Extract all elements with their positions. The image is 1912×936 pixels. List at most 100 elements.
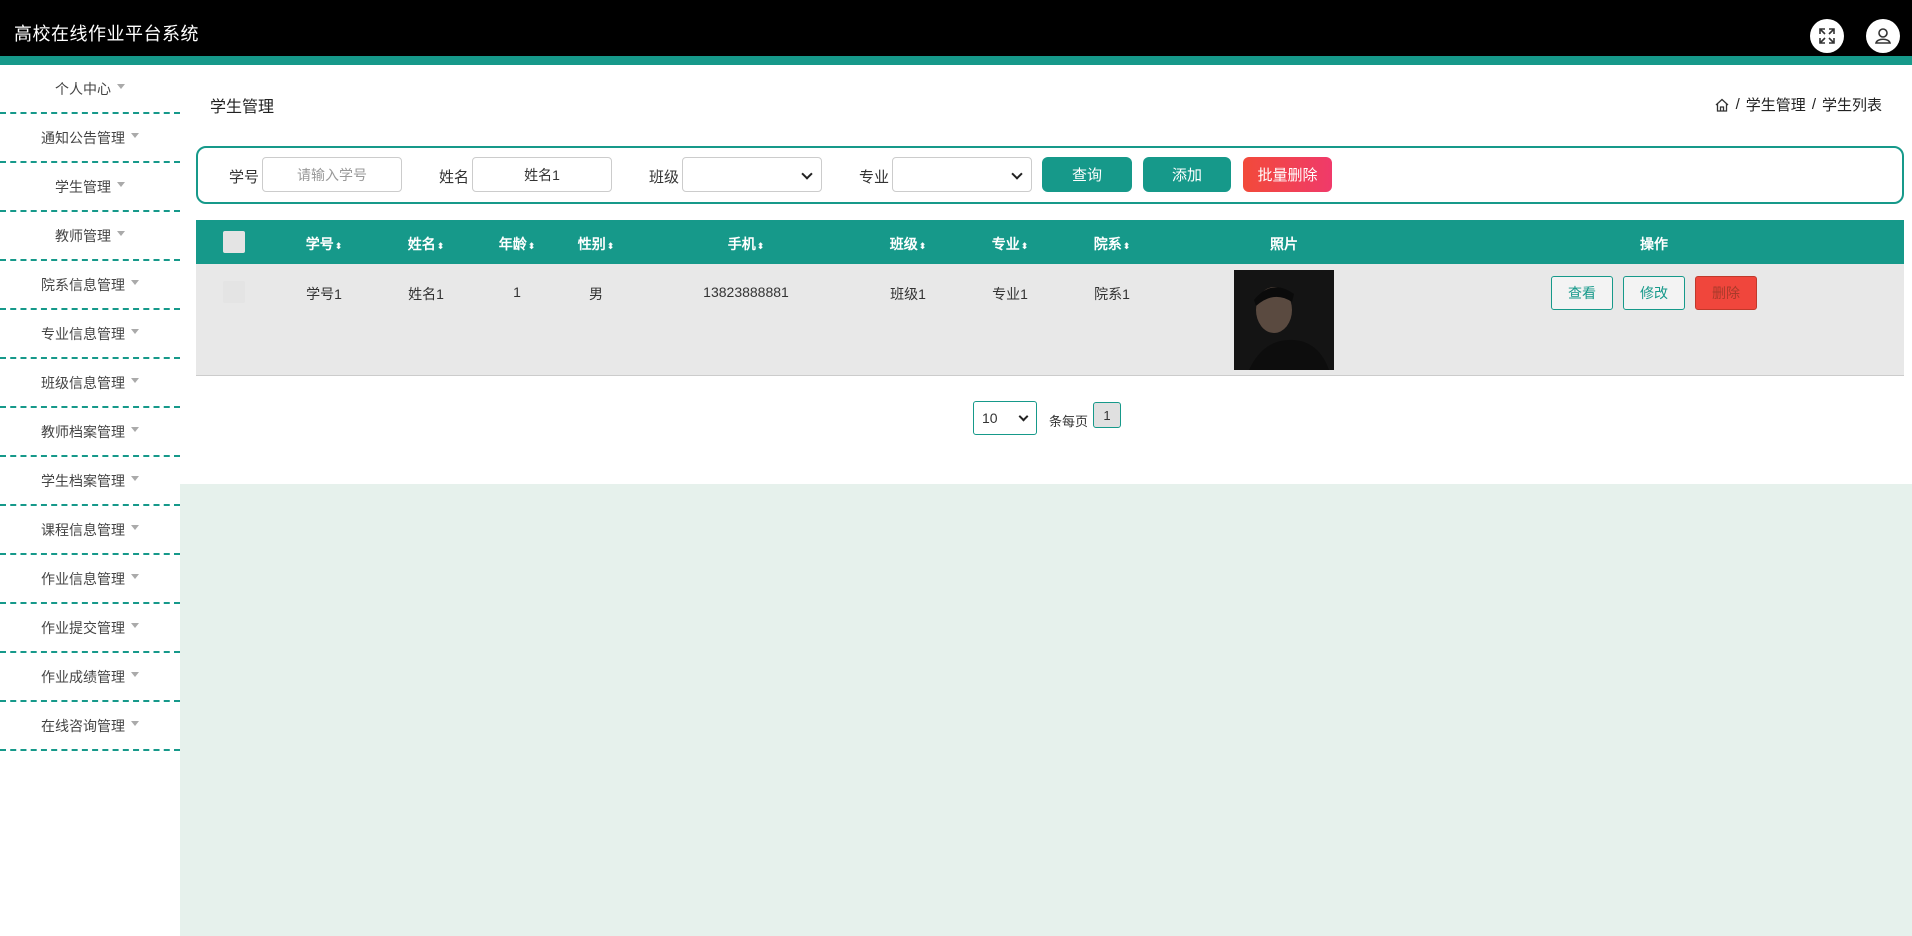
caret-down-icon <box>131 721 139 726</box>
sidebar-item-notices[interactable]: 通知公告管理 <box>0 114 180 163</box>
sort-icon: ⬍ <box>1020 241 1029 251</box>
column-header-student-no[interactable]: 学号⬍ <box>306 234 343 254</box>
column-header-photo: 照片 <box>1270 236 1298 252</box>
caret-down-icon <box>131 280 139 285</box>
sidebar-item-majors[interactable]: 专业信息管理 <box>0 310 180 359</box>
sidebar-item-label: 作业提交管理 <box>41 619 125 636</box>
delete-button[interactable]: 删除 <box>1695 276 1757 310</box>
breadcrumb-level1[interactable]: 学生管理 <box>1746 94 1806 115</box>
sidebar-item-classes[interactable]: 班级信息管理 <box>0 359 180 408</box>
sidebar-item-submissions[interactable]: 作业提交管理 <box>0 604 180 653</box>
page-number-button[interactable]: 1 <box>1093 402 1121 428</box>
sidebar-item-students[interactable]: 学生管理 <box>0 163 180 212</box>
column-header-actions: 操作 <box>1640 236 1668 252</box>
page-size-value: 10 <box>982 410 998 426</box>
column-header-major[interactable]: 专业⬍ <box>992 234 1029 254</box>
breadcrumb-separator: / <box>1735 96 1740 113</box>
sidebar-item-departments[interactable]: 院系信息管理 <box>0 261 180 310</box>
top-bar-stripe <box>0 56 1912 65</box>
header-label: 院系 <box>1093 236 1122 252</box>
sort-icon: ⬍ <box>606 241 615 251</box>
sort-icon: ⬍ <box>334 241 343 251</box>
column-header-class[interactable]: 班级⬍ <box>890 234 927 254</box>
header-label: 专业 <box>991 236 1020 252</box>
header-label: 手机 <box>727 236 756 252</box>
sidebar-item-assignments[interactable]: 作业信息管理 <box>0 555 180 604</box>
row-checkbox[interactable] <box>223 281 245 303</box>
column-header-age[interactable]: 年龄⬍ <box>499 234 536 254</box>
column-header-department[interactable]: 院系⬍ <box>1094 234 1131 254</box>
sidebar-item-label: 专业信息管理 <box>41 325 125 342</box>
sidebar-item-personal-center[interactable]: 个人中心 <box>0 65 180 114</box>
sidebar-item-student-archives[interactable]: 学生档案管理 <box>0 457 180 506</box>
sidebar-item-label: 课程信息管理 <box>41 521 125 538</box>
sidebar-item-grades[interactable]: 作业成绩管理 <box>0 653 180 702</box>
sidebar-item-label: 学生档案管理 <box>41 472 125 489</box>
cell-name: 姓名1 <box>408 286 444 302</box>
cell-age: 1 <box>513 284 521 300</box>
caret-down-icon <box>131 378 139 383</box>
caret-down-icon <box>117 182 125 187</box>
chevron-down-icon <box>1011 168 1023 180</box>
header-label: 性别 <box>577 236 606 252</box>
sidebar-item-label: 学生管理 <box>55 178 111 195</box>
chevron-down-icon <box>1018 411 1029 422</box>
page-size-select[interactable]: 10 <box>973 401 1037 435</box>
header-label: 年龄 <box>498 236 527 252</box>
caret-down-icon <box>131 525 139 530</box>
caret-down-icon <box>131 133 139 138</box>
sidebar-item-label: 教师档案管理 <box>41 423 125 440</box>
sidebar-item-label: 教师管理 <box>55 227 111 244</box>
sort-icon: ⬍ <box>756 241 765 251</box>
name-input[interactable] <box>472 157 612 192</box>
sidebar-item-consultation[interactable]: 在线咨询管理 <box>0 702 180 751</box>
sidebar-item-teacher-archives[interactable]: 教师档案管理 <box>0 408 180 457</box>
select-all-checkbox[interactable] <box>223 231 245 253</box>
sidebar-item-label: 通知公告管理 <box>41 129 125 146</box>
name-label: 姓名 <box>439 169 470 186</box>
fullscreen-icon[interactable] <box>1810 19 1844 53</box>
caret-down-icon <box>117 231 125 236</box>
cell-gender: 男 <box>589 286 603 302</box>
caret-down-icon <box>131 427 139 432</box>
sidebar-item-courses[interactable]: 课程信息管理 <box>0 506 180 555</box>
student-photo <box>1234 270 1334 370</box>
cell-major: 专业1 <box>992 286 1028 302</box>
sidebar-item-label: 作业信息管理 <box>41 570 125 587</box>
sidebar-item-label: 在线咨询管理 <box>41 717 125 734</box>
header-label: 姓名 <box>407 236 436 252</box>
sort-icon: ⬍ <box>918 241 927 251</box>
cell-phone: 13823888881 <box>703 284 789 300</box>
view-button[interactable]: 查看 <box>1551 276 1613 310</box>
column-header-name[interactable]: 姓名⬍ <box>408 234 445 254</box>
caret-down-icon <box>131 329 139 334</box>
query-button[interactable]: 查询 <box>1042 157 1132 192</box>
sidebar-item-label: 作业成绩管理 <box>41 668 125 685</box>
app-title: 高校在线作业平台系统 <box>14 24 199 44</box>
top-bar <box>0 0 1912 56</box>
column-header-gender[interactable]: 性别⬍ <box>578 234 615 254</box>
class-label: 班级 <box>649 169 680 186</box>
home-icon[interactable] <box>1714 97 1730 113</box>
major-label: 专业 <box>859 169 890 186</box>
sidebar: 个人中心 通知公告管理 学生管理 教师管理 院系信息管理 专业信息管理 班级信息… <box>0 65 180 936</box>
user-icon[interactable] <box>1866 19 1900 53</box>
sidebar-item-teachers[interactable]: 教师管理 <box>0 212 180 261</box>
sort-icon: ⬍ <box>436 241 445 251</box>
major-select[interactable] <box>892 157 1032 192</box>
add-button[interactable]: 添加 <box>1143 157 1231 192</box>
student-no-label: 学号 <box>229 169 260 186</box>
header-label: 学号 <box>305 236 334 252</box>
sidebar-item-label: 院系信息管理 <box>41 276 125 293</box>
breadcrumb-level2: 学生列表 <box>1821 97 1882 114</box>
edit-button[interactable]: 修改 <box>1623 276 1685 310</box>
sidebar-item-label: 个人中心 <box>55 80 111 97</box>
sort-icon: ⬍ <box>527 241 536 251</box>
cell-student-no: 学号1 <box>306 286 342 302</box>
student-no-input[interactable] <box>262 157 402 192</box>
batch-delete-button[interactable]: 批量删除 <box>1243 157 1332 192</box>
cell-class: 班级1 <box>890 286 926 302</box>
column-header-phone[interactable]: 手机⬍ <box>728 234 765 254</box>
breadcrumb: / 学生管理 / 学生列表 <box>1714 94 1882 115</box>
class-select[interactable] <box>682 157 822 192</box>
